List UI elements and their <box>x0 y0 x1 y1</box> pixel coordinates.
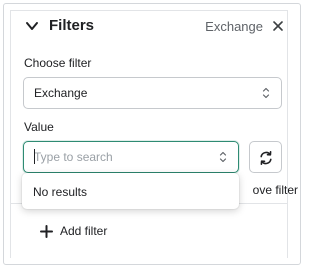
close-icon[interactable] <box>271 19 285 33</box>
filters-header[interactable]: Filters Exchange <box>25 16 287 40</box>
value-dropdown-menu: No results <box>22 173 239 209</box>
value-search-select[interactable] <box>23 141 239 173</box>
choose-filter-label: Choose filter <box>24 56 92 70</box>
filters-panel-inner <box>10 10 288 258</box>
updown-chevron-icon <box>262 87 270 99</box>
choose-filter-select[interactable]: Exchange <box>23 77 282 109</box>
updown-chevron-icon <box>219 151 227 163</box>
chevron-down-icon[interactable] <box>25 19 39 33</box>
filters-title: Filters <box>49 17 95 34</box>
plus-icon <box>40 225 53 238</box>
remove-filter-button[interactable]: ove filter <box>253 183 298 197</box>
add-filter-label: Add filter <box>60 224 108 238</box>
refresh-button[interactable] <box>249 141 282 173</box>
no-results-message: No results <box>33 185 88 199</box>
active-filter-summary: Exchange <box>205 19 263 34</box>
text-caret <box>34 149 35 164</box>
value-search-input[interactable] <box>34 149 204 165</box>
choose-filter-value: Exchange <box>34 86 88 100</box>
refresh-icon <box>260 150 272 165</box>
value-label: Value <box>24 120 54 134</box>
